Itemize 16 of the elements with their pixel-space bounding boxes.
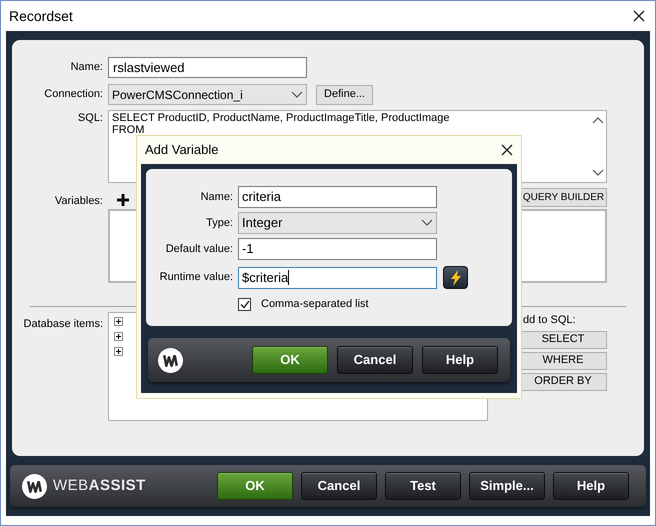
- checkbox-label: Comma-separated list: [261, 297, 369, 312]
- field-label: Variables:: [54, 194, 104, 209]
- add-to-sql-label: dd to SQL:: [523, 313, 577, 328]
- field-label: Type:: [205, 216, 234, 231]
- field-label: SQL:: [76, 111, 104, 126]
- field-label: Runtime value:: [158, 270, 234, 286]
- dialog-title: Add Variable: [145, 141, 218, 160]
- brand-name: WEBASSIST: [53, 476, 146, 496]
- sql-line: SELECT ProductID, ProductName, ProductImageTitle, ProductImage: [112, 112, 450, 124]
- field-label: Default value:: [164, 242, 234, 257]
- sql-line: FROM: [112, 124, 146, 136]
- field-label: Database items:: [22, 317, 104, 332]
- field-label: Name:: [200, 190, 234, 205]
- field-label: Connection:: [43, 87, 104, 102]
- window-title: Recordset: [9, 6, 73, 26]
- field-label: Name:: [70, 60, 104, 76]
